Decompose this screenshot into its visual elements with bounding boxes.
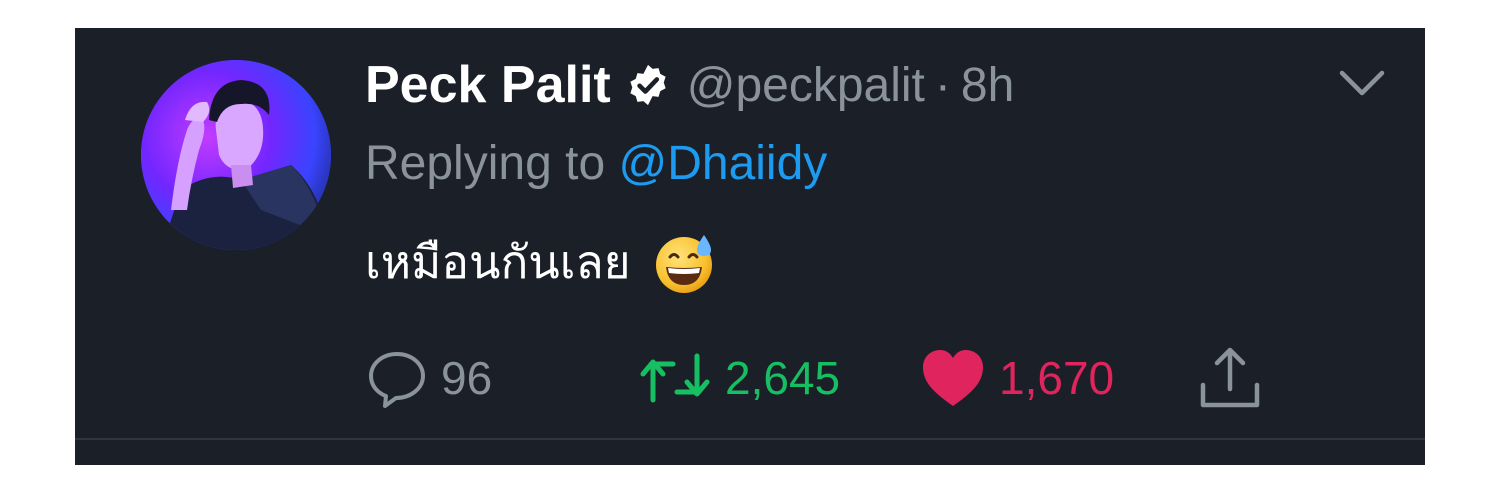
author-handle[interactable]: @peckpalit — [687, 58, 925, 113]
display-name[interactable]: Peck Palit — [365, 55, 611, 115]
like-button[interactable]: 1,670 — [919, 338, 1114, 418]
reply-mention-link[interactable]: @Dhaiidy — [618, 137, 827, 190]
chevron-down-icon[interactable] — [1337, 66, 1387, 100]
divider — [75, 438, 1425, 440]
like-count: 1,670 — [999, 352, 1115, 404]
reply-count: 96 — [441, 352, 493, 404]
tweet-text-body: เหมือนกันเลย — [365, 235, 631, 289]
header-separator: · — [934, 58, 951, 112]
grinning-face-with-sweat-icon — [655, 234, 712, 293]
verified-badge-icon — [630, 64, 666, 106]
retweet-count: 2,645 — [725, 352, 841, 404]
reply-icon — [369, 352, 425, 408]
replying-to-label: Replying to — [365, 137, 606, 190]
tweet-header: Peck Palit @peckpalit · 8h — [365, 50, 1014, 120]
tweet-card[interactable]: Peck Palit @peckpalit · 8h Replying to @… — [75, 28, 1425, 465]
reply-button[interactable]: 96 — [365, 338, 492, 418]
retweet-icon — [640, 353, 710, 403]
avatar[interactable] — [141, 60, 331, 250]
tweet-text: เหมือนกันเลย — [365, 226, 717, 299]
heart-icon — [923, 350, 983, 406]
share-icon — [1200, 347, 1260, 408]
profile-photo-icon — [141, 60, 331, 250]
replying-to: Replying to @Dhaiidy — [365, 136, 827, 191]
tweet-timestamp[interactable]: 8h — [961, 58, 1014, 113]
share-button[interactable] — [1195, 338, 1265, 418]
retweet-button[interactable]: 2,645 — [637, 338, 840, 418]
